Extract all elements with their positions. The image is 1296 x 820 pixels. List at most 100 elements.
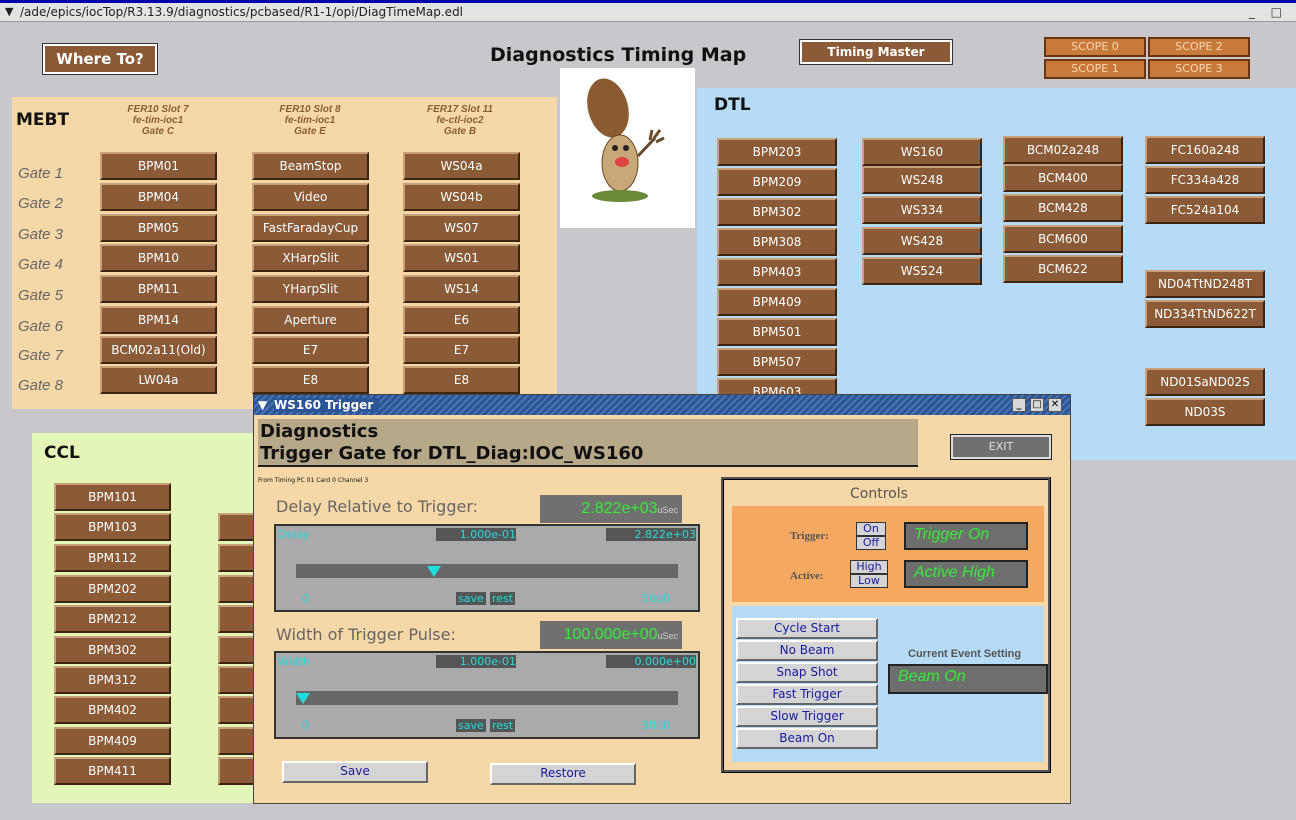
mebt-device-button[interactable]: BPM14 [100,306,217,334]
dtl-nd-button[interactable]: ND334TtND622T [1145,300,1265,328]
ccl-device-button[interactable] [218,636,258,664]
save-button[interactable]: Save [282,761,428,783]
mebt-device-button[interactable]: E8 [403,366,520,394]
ccl-bpm-button[interactable]: BPM411 [54,757,171,785]
scope-1-button[interactable]: SCOPE 1 [1044,59,1146,79]
ccl-device-button[interactable] [218,666,258,694]
mebt-device-button[interactable]: LW04a [100,366,217,394]
width-save-button[interactable]: save [456,719,486,732]
maximize-icon[interactable]: □ [1030,398,1044,412]
restore-button[interactable]: Restore [490,763,636,785]
ccl-bpm-button[interactable]: BPM402 [54,696,171,724]
dtl-ws-button[interactable]: WS248 [862,166,982,194]
mebt-device-button[interactable]: WS04b [403,183,520,211]
ccl-bpm-button[interactable]: BPM409 [54,727,171,755]
dtl-bpm-button[interactable]: BPM308 [717,228,837,256]
mebt-device-button[interactable]: FastFaradayCup [252,214,369,242]
mebt-device-button[interactable]: WS01 [403,244,520,272]
dtl-ws-button[interactable]: WS334 [862,196,982,224]
scope-0-button[interactable]: SCOPE 0 [1044,37,1146,57]
dtl-bpm-button[interactable]: BPM507 [717,348,837,376]
dtl-fc-button[interactable]: FC334a428 [1145,166,1265,194]
dialog-menu-icon[interactable]: ▼ [258,395,267,415]
active-low-button[interactable]: Low [850,574,888,588]
ccl-device-button[interactable] [218,513,258,541]
dtl-bpm-button[interactable]: BPM409 [717,288,837,316]
delay-max-readout[interactable]: 2.822e+03 [606,528,696,541]
width-restore-button[interactable]: rest [490,719,516,732]
timing-master-button[interactable]: Timing Master [799,39,953,65]
event-no-beam-button[interactable]: No Beam [736,640,878,661]
mebt-device-button[interactable]: E6 [403,306,520,334]
dtl-bcm-button[interactable]: BCM428 [1003,194,1123,222]
ccl-bpm-button[interactable]: BPM212 [54,605,171,633]
dtl-bcm-button[interactable]: BCM02a248 [1003,136,1123,164]
dtl-bcm-button[interactable]: BCM600 [1003,225,1123,253]
mebt-device-button[interactable]: XHarpSlit [252,244,369,272]
dtl-ws-button[interactable]: WS524 [862,257,982,285]
dtl-bpm-button[interactable]: BPM403 [717,258,837,286]
trigger-on-button[interactable]: On [856,522,886,536]
dtl-bcm-button[interactable]: BCM400 [1003,164,1123,192]
event-snap-shot-button[interactable]: Snap Shot [736,662,878,683]
ccl-bpm-button[interactable]: BPM312 [54,666,171,694]
minimize-icon[interactable]: _ [1012,398,1026,412]
width-slider-track[interactable] [296,691,678,705]
dtl-bcm-button[interactable]: BCM622 [1003,255,1123,283]
event-beam-on-button[interactable]: Beam On [736,728,878,749]
delay-save-button[interactable]: save [456,592,486,605]
dtl-fc-button[interactable]: FC160a248 [1145,136,1265,164]
dialog-titlebar[interactable]: ▼ WS160 Trigger _ □ ✕ [254,395,1070,415]
width-step-readout[interactable]: 1.000e-01 [436,655,516,668]
mebt-device-button[interactable]: BPM11 [100,275,217,303]
dtl-ws-button[interactable]: WS428 [862,227,982,255]
delay-slider-thumb[interactable] [427,566,441,577]
ccl-bpm-button[interactable]: BPM302 [54,636,171,664]
ccl-device-button[interactable] [218,696,258,724]
mebt-device-button[interactable]: YHarpSlit [252,275,369,303]
dtl-nd-button[interactable]: ND03S [1145,398,1265,426]
delay-restore-button[interactable]: rest [490,592,516,605]
mebt-device-button[interactable]: BPM04 [100,183,217,211]
dtl-bpm-button[interactable]: BPM203 [717,138,837,166]
active-high-button[interactable]: High [850,560,888,574]
exit-button[interactable]: EXIT [950,434,1052,460]
window-controls-icon[interactable]: _ □ [1249,3,1288,21]
ccl-device-button[interactable] [218,757,258,785]
mebt-device-button[interactable]: BCM02a11(Old) [100,336,217,364]
dtl-bpm-button[interactable]: BPM302 [717,198,837,226]
dtl-bpm-button[interactable]: BPM501 [717,318,837,346]
ccl-bpm-button[interactable]: BPM112 [54,544,171,572]
mebt-device-button[interactable]: Aperture [252,306,369,334]
event-slow-trigger-button[interactable]: Slow Trigger [736,706,878,727]
mebt-device-button[interactable]: BPM05 [100,214,217,242]
event-cycle-start-button[interactable]: Cycle Start [736,618,878,639]
mebt-device-button[interactable]: BPM10 [100,244,217,272]
ccl-device-button[interactable] [218,605,258,633]
scope-3-button[interactable]: SCOPE 3 [1148,59,1250,79]
width-max-readout[interactable]: 0.000e+00 [606,655,696,668]
dtl-fc-button[interactable]: FC524a104 [1145,196,1265,224]
mebt-device-button[interactable]: WS04a [403,152,520,180]
delay-slider-track[interactable] [296,564,678,578]
mebt-device-button[interactable]: BeamStop [252,152,369,180]
ccl-device-button[interactable] [218,544,258,572]
mebt-device-button[interactable]: E7 [403,336,520,364]
ccl-device-button[interactable] [218,575,258,603]
event-fast-trigger-button[interactable]: Fast Trigger [736,684,878,705]
trigger-off-button[interactable]: Off [856,536,886,550]
ccl-bpm-button[interactable]: BPM101 [54,483,171,511]
dtl-nd-button[interactable]: ND04TtND248T [1145,270,1265,298]
ccl-bpm-button[interactable]: BPM103 [54,513,171,541]
where-to-button[interactable]: Where To? [42,43,158,75]
ccl-device-button[interactable] [218,727,258,755]
mebt-device-button[interactable]: WS07 [403,214,520,242]
dtl-ws-button[interactable]: WS160 [862,138,982,166]
dtl-nd-button[interactable]: ND01SaND02S [1145,368,1265,396]
mebt-device-button[interactable]: E7 [252,336,369,364]
dtl-bpm-button[interactable]: BPM209 [717,168,837,196]
mebt-device-button[interactable]: WS14 [403,275,520,303]
ccl-bpm-button[interactable]: BPM202 [54,575,171,603]
mebt-device-button[interactable]: Video [252,183,369,211]
mebt-device-button[interactable]: BPM01 [100,152,217,180]
